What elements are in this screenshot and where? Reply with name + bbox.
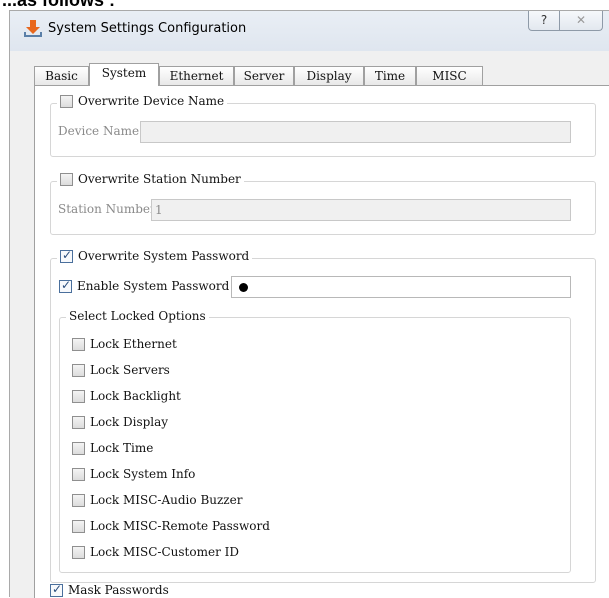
lock-ethernet-checkbox[interactable] bbox=[72, 337, 85, 351]
lock-backlight-option[interactable]: Lock Backlight bbox=[72, 389, 181, 403]
device-name-group: Overwrite Device Name Device Name bbox=[50, 94, 596, 157]
station-number-label: Station Number bbox=[58, 202, 156, 216]
overwrite-system-password-checkbox[interactable] bbox=[60, 248, 73, 263]
system-tab-panel: Overwrite Device Name Device Name Overwr… bbox=[34, 85, 609, 598]
lock-ethernet-option[interactable]: Lock Ethernet bbox=[72, 337, 177, 351]
lock-misc-customer-id-option[interactable]: Lock MISC-Customer ID bbox=[72, 545, 239, 559]
enable-system-password-label: Enable System Password bbox=[77, 279, 230, 293]
lock-time-checkbox[interactable] bbox=[72, 441, 85, 455]
locked-options-group: Select Locked Options Lock Ethernet Lock… bbox=[59, 309, 571, 573]
lock-system-info-checkbox[interactable] bbox=[72, 467, 85, 481]
mask-passwords-label: Mask Passwords bbox=[68, 583, 169, 597]
mask-passwords-checkbox[interactable] bbox=[50, 582, 63, 597]
overwrite-station-number-checkbox[interactable] bbox=[60, 172, 73, 186]
station-number-input[interactable] bbox=[151, 199, 571, 221]
overwrite-station-number-label: Overwrite Station Number bbox=[78, 172, 241, 186]
tab-display[interactable]: Display bbox=[294, 66, 364, 85]
lock-misc-remote-password-label: Lock MISC-Remote Password bbox=[90, 519, 270, 533]
lock-misc-audio-buzzer-checkbox[interactable] bbox=[72, 493, 85, 507]
system-password-input[interactable] bbox=[231, 276, 571, 298]
tab-misc[interactable]: MISC bbox=[416, 66, 483, 85]
tab-server[interactable]: Server bbox=[234, 66, 294, 85]
title-bar: System Settings Configuration ? ✕ bbox=[10, 11, 609, 51]
lock-misc-remote-password-checkbox[interactable] bbox=[72, 519, 85, 533]
lock-time-option[interactable]: Lock Time bbox=[72, 441, 153, 455]
lock-display-label: Lock Display bbox=[90, 415, 169, 429]
lock-misc-customer-id-checkbox[interactable] bbox=[72, 545, 85, 559]
tab-ethernet[interactable]: Ethernet bbox=[159, 66, 234, 85]
lock-servers-option[interactable]: Lock Servers bbox=[72, 363, 170, 377]
help-icon: ? bbox=[540, 13, 548, 27]
window-title: System Settings Configuration bbox=[48, 21, 247, 36]
lock-misc-customer-id-label: Lock MISC-Customer ID bbox=[90, 545, 239, 559]
lock-system-info-option[interactable]: Lock System Info bbox=[72, 467, 195, 481]
lock-servers-checkbox[interactable] bbox=[72, 363, 85, 377]
password-mask-dot bbox=[239, 283, 248, 292]
tab-time[interactable]: Time bbox=[364, 66, 416, 85]
overwrite-device-name-checkbox[interactable] bbox=[60, 94, 73, 108]
close-icon: ✕ bbox=[575, 13, 587, 27]
lock-display-checkbox[interactable] bbox=[72, 415, 85, 429]
lock-time-label: Lock Time bbox=[90, 441, 154, 455]
overwrite-system-password-toggle[interactable]: Overwrite System Password bbox=[57, 248, 253, 263]
help-button[interactable]: ? bbox=[528, 11, 560, 31]
settings-window: System Settings Configuration ? ✕ Basic … bbox=[9, 10, 609, 598]
mask-passwords-toggle[interactable]: Mask Passwords bbox=[50, 582, 169, 597]
overwrite-system-password-label: Overwrite System Password bbox=[78, 249, 250, 263]
tab-basic[interactable]: Basic bbox=[34, 66, 89, 85]
station-number-group: Overwrite Station Number Station Number bbox=[50, 172, 596, 235]
lock-system-info-label: Lock System Info bbox=[90, 467, 196, 481]
lock-backlight-label: Lock Backlight bbox=[90, 389, 181, 403]
enable-system-password-toggle[interactable]: Enable System Password bbox=[59, 278, 230, 293]
tab-system[interactable]: System bbox=[89, 63, 159, 86]
dialog-content: Basic System Ethernet Server Display Tim… bbox=[10, 51, 609, 598]
lock-servers-label: Lock Servers bbox=[90, 363, 170, 377]
lock-misc-audio-buzzer-label: Lock MISC-Audio Buzzer bbox=[90, 493, 243, 507]
device-name-input[interactable] bbox=[140, 121, 571, 143]
close-button[interactable]: ✕ bbox=[559, 11, 603, 31]
locked-options-title: Select Locked Options bbox=[66, 309, 209, 323]
lock-ethernet-label: Lock Ethernet bbox=[90, 337, 177, 351]
lock-misc-audio-buzzer-option[interactable]: Lock MISC-Audio Buzzer bbox=[72, 493, 242, 507]
download-arrow-icon bbox=[24, 20, 42, 37]
overwrite-station-number-toggle[interactable]: Overwrite Station Number bbox=[57, 172, 244, 186]
overwrite-device-name-toggle[interactable]: Overwrite Device Name bbox=[57, 94, 228, 108]
device-name-label: Device Name bbox=[58, 124, 140, 138]
lock-display-option[interactable]: Lock Display bbox=[72, 415, 168, 429]
lock-misc-remote-password-option[interactable]: Lock MISC-Remote Password bbox=[72, 519, 270, 533]
lock-backlight-checkbox[interactable] bbox=[72, 389, 85, 403]
enable-system-password-checkbox[interactable] bbox=[59, 278, 72, 293]
overwrite-device-name-label: Overwrite Device Name bbox=[78, 94, 225, 108]
system-password-group: Overwrite System Password Enable System … bbox=[50, 248, 596, 583]
